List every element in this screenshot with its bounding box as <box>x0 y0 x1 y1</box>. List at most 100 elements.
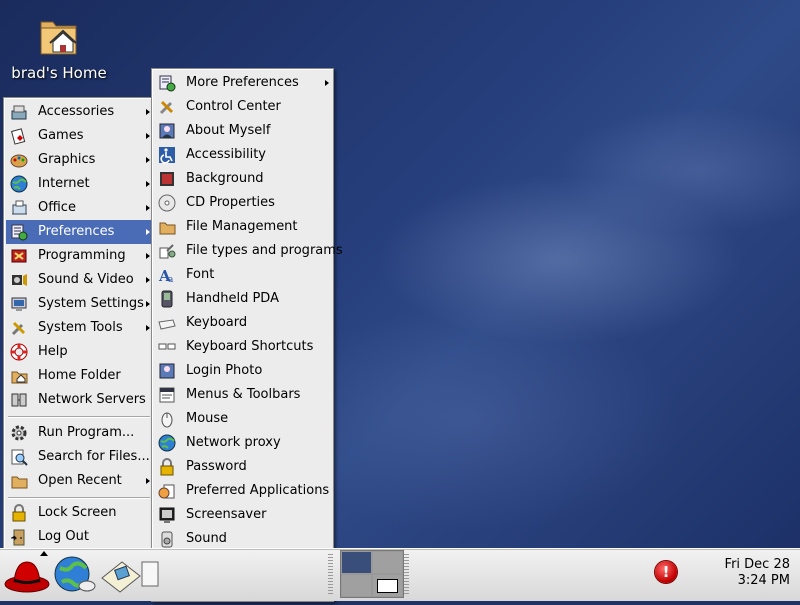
main-menu-item-label: Sound & Video <box>38 272 134 287</box>
submenu-arrow-icon <box>146 277 150 283</box>
network-globe-icon <box>158 434 176 452</box>
update-alert-icon[interactable]: ! <box>655 561 677 583</box>
preferences-item-font[interactable]: Aa Font <box>154 263 331 287</box>
sound-video-icon <box>10 271 28 289</box>
home-folder-icon <box>37 12 81 58</box>
pda-icon <box>158 290 176 308</box>
web-browser-launcher[interactable] <box>52 552 96 596</box>
padlock-icon <box>10 504 28 522</box>
panel-clock[interactable]: Fri Dec 28 3:24 PM <box>725 557 790 589</box>
preferences-item-preferred-applications[interactable]: Preferred Applications <box>154 479 331 503</box>
panel-grip-left[interactable] <box>328 554 333 594</box>
preferences-item-menus-toolbars[interactable]: Menus & Toolbars <box>154 383 331 407</box>
main-menu-item-label: Home Folder <box>38 368 121 383</box>
submenu-arrow-icon <box>146 133 150 139</box>
main-menu-item-label: Log Out <box>38 529 89 544</box>
main-menu-item-run-program[interactable]: Run Program... <box>6 421 152 445</box>
main-menu-item-preferences[interactable]: Preferences <box>6 220 152 244</box>
main-menu-item-network-servers[interactable]: Network Servers <box>6 388 152 412</box>
home-desktop-icon[interactable]: brad's Home <box>4 10 114 82</box>
workspace-2[interactable] <box>373 552 402 573</box>
home-folder-icon <box>10 367 28 385</box>
main-menu-item-accessories[interactable]: Accessories <box>6 100 152 124</box>
search-files-icon <box>10 448 28 466</box>
preferences-item-label: File types and programs <box>186 243 343 258</box>
main-menu-item-label: Preferences <box>38 224 115 239</box>
preferred-apps-icon <box>158 482 176 500</box>
main-menu-item-system-settings[interactable]: System Settings <box>6 292 152 316</box>
main-menu-item-system-tools[interactable]: System Tools <box>6 316 152 340</box>
password-padlock-icon <box>158 458 176 476</box>
mail-launcher[interactable] <box>98 552 142 596</box>
main-menu-item-home-folder[interactable]: Home Folder <box>6 364 152 388</box>
main-menu-item-label: Help <box>38 344 68 359</box>
preferences-item-handheld-pda[interactable]: Handheld PDA <box>154 287 331 311</box>
office-doc-icon <box>141 561 159 587</box>
main-menu-item-internet[interactable]: Internet <box>6 172 152 196</box>
preferences-item-mouse[interactable]: Mouse <box>154 407 331 431</box>
main-menu-item-label: Open Recent <box>38 473 122 488</box>
main-menu-item-sound-video[interactable]: Sound & Video <box>6 268 152 292</box>
main-menu-item-help[interactable]: Help <box>6 340 152 364</box>
submenu-arrow-icon <box>146 109 150 115</box>
mail-stamp-icon <box>101 561 141 593</box>
graphics-icon <box>10 151 28 169</box>
programming-icon <box>10 247 28 265</box>
games-icon <box>10 127 28 145</box>
network-servers-icon <box>10 391 28 409</box>
main-menu-item-graphics[interactable]: Graphics <box>6 148 152 172</box>
open-recent-folder-icon <box>10 472 28 490</box>
main-menu-item-games[interactable]: Games <box>6 124 152 148</box>
main-menu-item-open-recent[interactable]: Open Recent <box>6 469 152 493</box>
main-menu-item-office[interactable]: Office <box>6 196 152 220</box>
preferences-item-label: Handheld PDA <box>186 291 279 306</box>
preferences-item-password[interactable]: Password <box>154 455 331 479</box>
main-menu-item-label: Programming <box>38 248 126 263</box>
workspace-1[interactable] <box>342 552 371 573</box>
preferences-item-file-management[interactable]: File Management <box>154 215 331 239</box>
red-hat-menu-button[interactable] <box>4 552 50 596</box>
submenu-arrow-icon <box>146 253 150 259</box>
workspace-3[interactable] <box>342 575 371 596</box>
preferences-item-label: Menus & Toolbars <box>186 387 301 402</box>
preferences-item-screensaver[interactable]: Screensaver <box>154 503 331 527</box>
preferences-submenu: More Preferences Control Center About Myse… <box>151 68 343 602</box>
main-menu-item-log-out[interactable]: Log Out <box>6 525 152 549</box>
folder-icon <box>158 218 176 236</box>
run-gear-icon <box>10 424 28 442</box>
submenu-arrow-icon <box>146 301 150 307</box>
preferences-item-keyboard-shortcuts[interactable]: Keyboard Shortcuts <box>154 335 331 359</box>
main-menu-item-programming[interactable]: Programming <box>6 244 152 268</box>
preferences-item-accessibility[interactable]: Accessibility <box>154 143 331 167</box>
main-menu-item-search-for-files[interactable]: Search for Files... <box>6 445 152 469</box>
preferences-item-label: Password <box>186 459 247 474</box>
main-menu-item-lock-screen[interactable]: Lock Screen <box>6 501 152 525</box>
home-label: brad's Home <box>11 64 107 82</box>
internet-icon <box>10 175 28 193</box>
submenu-arrow-icon <box>146 478 150 484</box>
main-menu-item-label: Games <box>38 128 84 143</box>
submenu-arrow-icon <box>146 325 150 331</box>
preferences-item-keyboard[interactable]: Keyboard <box>154 311 331 335</box>
accessories-icon <box>10 103 28 121</box>
preferences-item-network-proxy[interactable]: Network proxy <box>154 431 331 455</box>
preferences-item-control-center[interactable]: Control Center <box>154 95 331 119</box>
applications-menu: Accessories Games Graphics Internet Office Pr… <box>3 97 155 550</box>
svg-text:a: a <box>168 275 174 284</box>
office-launcher[interactable] <box>140 552 160 596</box>
submenu-arrow-icon <box>146 205 150 211</box>
preferences-item-background[interactable]: Background <box>154 167 331 191</box>
main-menu-item-label: Run Program... <box>38 425 135 440</box>
panel-grip-right[interactable] <box>404 554 409 594</box>
preferences-item-about-myself[interactable]: About Myself <box>154 119 331 143</box>
preferences-item-more-preferences[interactable]: More Preferences <box>154 71 331 95</box>
workspace-4[interactable] <box>373 575 402 596</box>
workspace-window-thumb <box>377 579 398 593</box>
font-icon: Aa <box>158 266 176 285</box>
login-photo-icon <box>158 362 176 380</box>
preferences-item-cd-properties[interactable]: CD Properties <box>154 191 331 215</box>
main-menu-item-label: System Settings <box>38 296 144 311</box>
preferences-item-label: About Myself <box>186 123 271 138</box>
preferences-item-file-types-and-programs[interactable]: File types and programs <box>154 239 343 263</box>
preferences-item-login-photo[interactable]: Login Photo <box>154 359 331 383</box>
